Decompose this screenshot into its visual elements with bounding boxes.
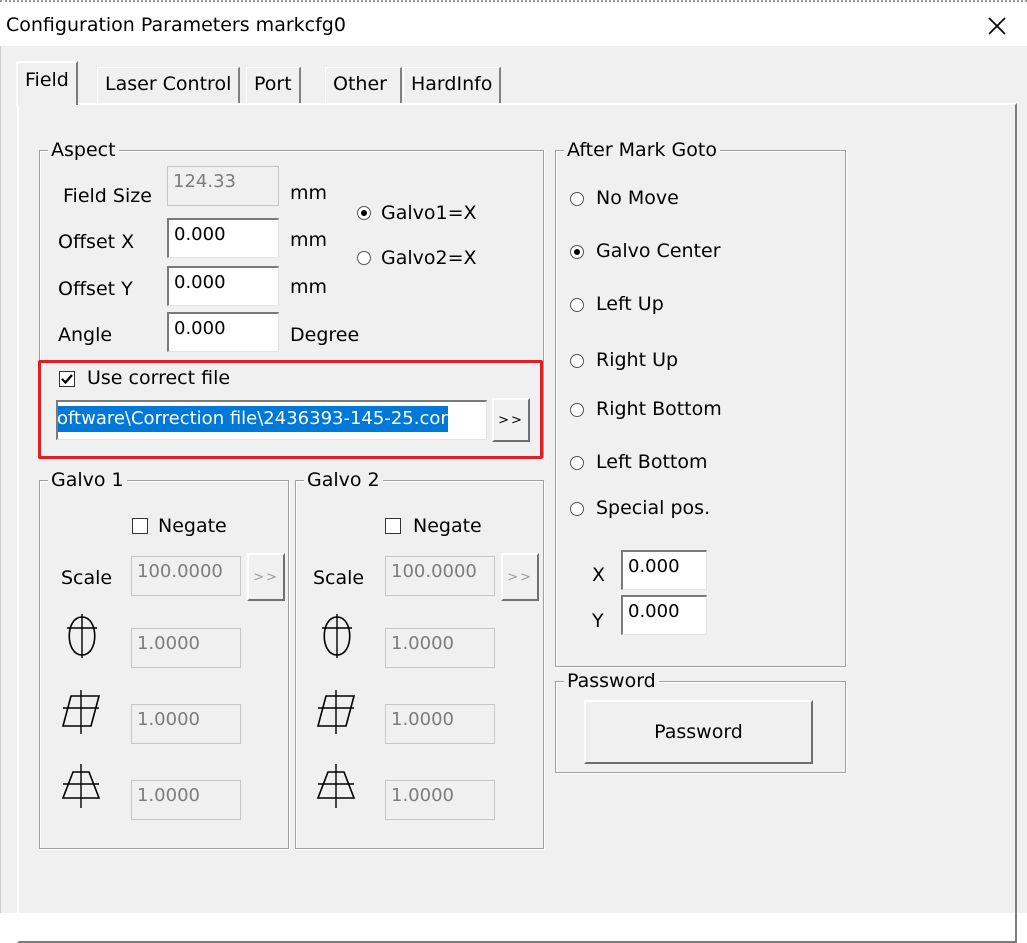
after-mark-radio-left-bottom[interactable] xyxy=(570,456,584,470)
offset-x-unit: mm xyxy=(290,229,328,251)
angle-label: Angle xyxy=(58,324,113,346)
galvo1-scale-button[interactable]: >> xyxy=(247,553,285,601)
galvo2-trapezoid-input[interactable]: 1.0000 xyxy=(385,780,495,820)
special-y-input[interactable]: 0.000 xyxy=(621,595,707,635)
use-correct-file-label[interactable]: Use correct file xyxy=(87,365,230,391)
close-icon xyxy=(988,17,1006,35)
galvo1-scale-label: Scale xyxy=(61,567,113,589)
galvo1-barrel-input[interactable]: 1.0000 xyxy=(131,628,241,668)
after-mark-radio-right-up[interactable] xyxy=(570,354,584,368)
after-mark-radio-special-pos[interactable] xyxy=(570,502,584,516)
special-x-input[interactable]: 0.000 xyxy=(621,550,707,590)
galvo1-scale-input[interactable]: 100.0000 xyxy=(131,556,241,596)
offset-y-unit: mm xyxy=(290,276,328,298)
after-mark-label-special-pos[interactable]: Special pos. xyxy=(596,495,710,521)
use-correct-file-checkbox[interactable] xyxy=(59,371,75,387)
correction-file-input[interactable]: oftware\Correction file\2436393-145-25.c… xyxy=(56,400,487,440)
barrel-distortion-icon xyxy=(67,614,97,658)
browse-correction-file-button[interactable]: >> xyxy=(492,398,530,442)
after-mark-label-no-move[interactable]: No Move xyxy=(596,185,679,211)
checkmark-icon xyxy=(61,374,73,385)
tab-hardinfo-label: HardInfo xyxy=(411,73,493,95)
tab-hardinfo[interactable]: HardInfo xyxy=(403,67,502,103)
tab-field[interactable]: Field xyxy=(16,61,78,105)
galvo1x-label[interactable]: Galvo1=X xyxy=(381,200,477,226)
trapezoid-distortion-icon xyxy=(316,764,356,808)
angle-input[interactable]: 0.000 xyxy=(167,312,279,352)
galvo2-scale-label: Scale xyxy=(313,567,365,589)
galvo1x-radio[interactable] xyxy=(357,206,371,220)
correction-file-path-text: oftware\Correction file\2436393-145-25.c… xyxy=(58,406,448,432)
galvo2-negate-label[interactable]: Negate xyxy=(413,513,482,539)
after-mark-radio-galvo-center[interactable] xyxy=(570,245,584,259)
after-mark-label-galvo-center[interactable]: Galvo Center xyxy=(596,238,721,264)
field-size-label: Field Size xyxy=(63,185,152,207)
galvo2-negate-checkbox[interactable] xyxy=(385,518,401,534)
galvo1-negate-checkbox[interactable] xyxy=(132,518,148,534)
tab-field-label: Field xyxy=(25,69,69,91)
offset-y-input[interactable]: 0.000 xyxy=(167,266,279,306)
after-mark-label-right-bottom[interactable]: Right Bottom xyxy=(596,396,722,422)
galvo1-trapezoid-input[interactable]: 1.0000 xyxy=(131,780,241,820)
barrel-distortion-icon xyxy=(322,614,352,658)
after-mark-label-left-up[interactable]: Left Up xyxy=(596,291,664,317)
galvo2-scale-input[interactable]: 100.0000 xyxy=(385,556,495,596)
galvo2x-radio[interactable] xyxy=(357,251,371,265)
tab-other[interactable]: Other xyxy=(325,67,402,103)
galvo2x-label[interactable]: Galvo2=X xyxy=(381,245,477,271)
field-size-input[interactable]: 124.33 xyxy=(167,166,279,206)
galvo2-parallelogram-input[interactable]: 1.0000 xyxy=(385,704,495,744)
angle-unit: Degree xyxy=(290,324,360,346)
after-mark-radio-left-up[interactable] xyxy=(570,298,584,312)
close-button[interactable] xyxy=(975,6,1019,46)
tab-port[interactable]: Port xyxy=(246,67,301,103)
special-y-label: Y xyxy=(592,610,604,632)
after-mark-label-right-up[interactable]: Right Up xyxy=(596,347,678,373)
offset-x-input[interactable]: 0.000 xyxy=(167,218,279,258)
galvo2-barrel-input[interactable]: 1.0000 xyxy=(385,628,495,668)
offset-x-label: Offset X xyxy=(58,231,135,253)
after-mark-label-left-bottom[interactable]: Left Bottom xyxy=(596,449,707,475)
tab-laser-control[interactable]: Laser Control xyxy=(97,67,241,103)
offset-y-label: Offset Y xyxy=(58,278,133,300)
password-button[interactable]: Password xyxy=(584,700,813,764)
tab-other-label: Other xyxy=(333,73,387,95)
dialog-client-area: Field Laser Control Port Other HardInfo … xyxy=(0,46,1027,943)
galvo1-group-title: Galvo 1 xyxy=(48,467,127,493)
galvo1-parallelogram-input[interactable]: 1.0000 xyxy=(131,704,241,744)
special-x-label: X xyxy=(592,564,606,586)
field-size-unit: mm xyxy=(290,182,328,204)
window-title: Configuration Parameters markcfg0 xyxy=(6,14,346,36)
after-mark-radio-right-bottom[interactable] xyxy=(570,403,584,417)
galvo2-scale-button[interactable]: >> xyxy=(501,553,539,601)
galvo1-negate-label[interactable]: Negate xyxy=(158,513,227,539)
parallelogram-distortion-icon xyxy=(316,690,356,734)
password-group-title: Password xyxy=(564,668,659,694)
tab-laser-control-label: Laser Control xyxy=(105,73,232,95)
after-mark-radio-no-move[interactable] xyxy=(570,192,584,206)
trapezoid-distortion-icon xyxy=(61,764,101,808)
parallelogram-distortion-icon xyxy=(61,690,101,734)
after-mark-group-title: After Mark Goto xyxy=(564,137,720,163)
title-bar[interactable]: Configuration Parameters markcfg0 xyxy=(0,4,1027,46)
tab-port-label: Port xyxy=(254,73,292,95)
aspect-group-title: Aspect xyxy=(48,137,119,163)
galvo2-group-title: Galvo 2 xyxy=(304,467,383,493)
